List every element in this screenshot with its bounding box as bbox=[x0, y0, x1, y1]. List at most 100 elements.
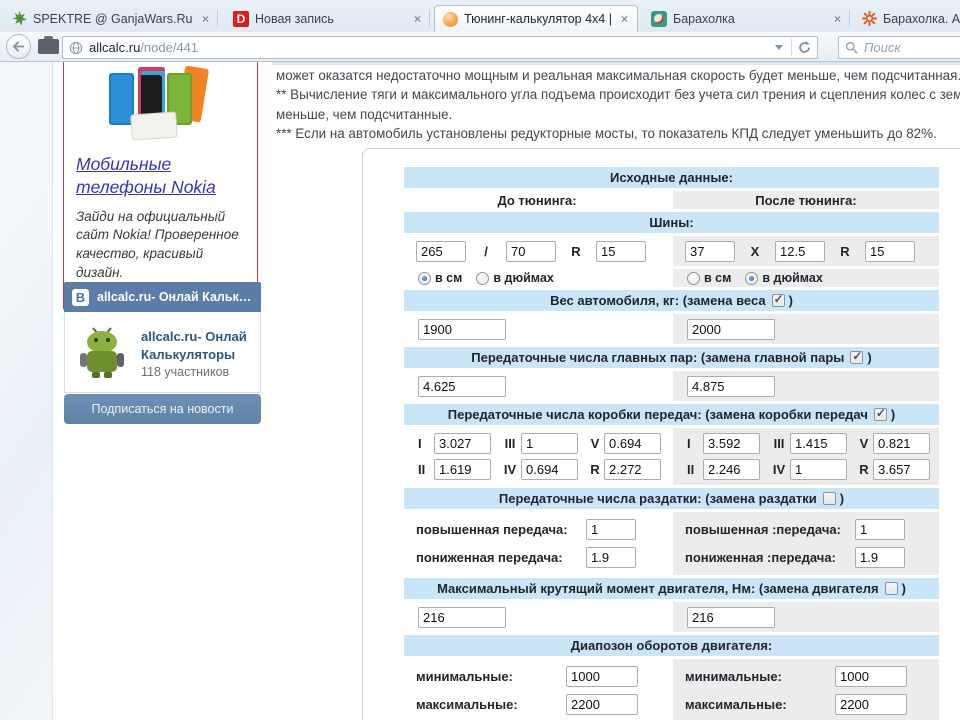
tab-baraholka-auto[interactable]: Барахолка. Ав bbox=[854, 5, 960, 32]
calculator-table: Исходные данные: До тюнинга: После тюнин… bbox=[401, 164, 942, 720]
reload-icon[interactable] bbox=[798, 41, 811, 54]
vk-subscribe-button[interactable]: Подписаться на новости bbox=[64, 394, 261, 424]
final-drive-after-input[interactable] bbox=[687, 375, 775, 397]
rpm-min-after-input[interactable] bbox=[835, 666, 907, 687]
gear-label: I bbox=[687, 436, 691, 451]
tire-diameter-before-input[interactable] bbox=[596, 240, 646, 262]
tab-close-icon[interactable]: × bbox=[200, 12, 211, 26]
gear-5-after-input[interactable] bbox=[873, 433, 930, 454]
gear-3-after-input[interactable] bbox=[790, 433, 847, 454]
transfer-low-after-input[interactable] bbox=[855, 547, 905, 568]
site-button-icon[interactable] bbox=[38, 36, 59, 54]
tab-new-post[interactable]: D Новая запись × bbox=[226, 5, 430, 32]
tire-r-label: R bbox=[571, 243, 581, 259]
transfer-replace-checkbox[interactable] bbox=[822, 492, 836, 505]
gear-label: R bbox=[590, 462, 600, 477]
rpm-min-before-input[interactable] bbox=[566, 666, 638, 687]
gearbox-replace-checkbox[interactable] bbox=[873, 407, 887, 421]
engine-replace-checkbox[interactable] bbox=[884, 582, 898, 595]
torque-before-input[interactable] bbox=[418, 606, 506, 628]
tire-width-before-input[interactable] bbox=[416, 240, 466, 262]
gear-1-before-input[interactable] bbox=[434, 433, 491, 454]
browser-chrome: SPEKTRE @ GanjaWars.Ru :... × D Новая за… bbox=[0, 0, 960, 62]
ad-block: Мобильные телефоны Nokia Зайди на официа… bbox=[63, 62, 258, 311]
gear-2-after-input[interactable] bbox=[703, 459, 760, 480]
torque-after-input[interactable] bbox=[687, 606, 775, 628]
tab-close-icon[interactable]: × bbox=[412, 12, 423, 26]
tab-title: Барахолка bbox=[673, 11, 735, 26]
transfer-high-before-input[interactable] bbox=[586, 519, 636, 540]
gear-2-before-input[interactable] bbox=[434, 459, 491, 480]
vk-group-name[interactable]: allcalc.ru- Онлай Калькуляторы bbox=[141, 328, 247, 363]
final-drive-before-input[interactable] bbox=[418, 375, 506, 397]
gear-5-before-input[interactable] bbox=[604, 433, 661, 454]
vk-logo-icon: B bbox=[72, 288, 89, 306]
weight-after-input[interactable] bbox=[687, 318, 775, 340]
ad-title-link[interactable]: Мобильные телефоны Nokia bbox=[76, 153, 236, 199]
smiley-icon bbox=[651, 10, 667, 27]
rpm-max-after-input[interactable] bbox=[835, 694, 907, 715]
tab-close-icon[interactable]: × bbox=[619, 12, 630, 26]
tab-close-icon[interactable]: × bbox=[832, 12, 843, 26]
final-drive-replace-checkbox[interactable] bbox=[850, 350, 864, 364]
tab-tuning-calculator[interactable]: Тюнинг-калькулятор 4x4 |... × bbox=[434, 5, 638, 32]
tire-profile-after-input[interactable] bbox=[775, 240, 825, 262]
tab-title: Новая запись bbox=[255, 11, 334, 26]
gear-label: IV bbox=[503, 462, 517, 477]
unit-inch-after-radio[interactable] bbox=[745, 271, 759, 285]
gear-4-after-input[interactable] bbox=[790, 459, 847, 480]
nokia-phones-image bbox=[103, 65, 219, 141]
vk-group-avatar[interactable] bbox=[73, 322, 131, 380]
footnote-line: *** Если на автомобиль установлены редук… bbox=[276, 126, 937, 142]
gear-r-before-input[interactable] bbox=[604, 459, 661, 480]
d-site-icon: D bbox=[233, 10, 249, 27]
tab-title: Тюнинг-калькулятор 4x4 |... bbox=[464, 12, 613, 26]
search-box[interactable] bbox=[838, 36, 960, 59]
footnotes: может оказатся недостаточно мощным и реа… bbox=[276, 66, 960, 144]
unit-inch-before-radio[interactable] bbox=[476, 271, 490, 285]
section-engine-torque: Максимальный крутящий момент двигателя, … bbox=[404, 578, 940, 599]
transfer-low-before-input[interactable] bbox=[586, 547, 636, 568]
gear-r-after-input[interactable] bbox=[873, 459, 930, 480]
gear-3-before-input[interactable] bbox=[521, 433, 578, 454]
section-tires: Шины: bbox=[404, 212, 940, 233]
tire-profile-before-input[interactable] bbox=[506, 240, 556, 262]
unit-cm-label: в см bbox=[704, 271, 732, 285]
url-dropdown-icon[interactable] bbox=[775, 45, 783, 50]
tire-separator: X bbox=[750, 243, 760, 259]
navigation-toolbar: allcalc.ru /node/441 bbox=[0, 32, 960, 62]
search-input[interactable] bbox=[864, 40, 944, 55]
calculator-card: Исходные данные: До тюнинга: После тюнин… bbox=[362, 148, 960, 720]
section-gearbox: Передаточные числа коробки передач: (зам… bbox=[404, 404, 940, 425]
gear-label: III bbox=[504, 436, 516, 451]
url-bar[interactable]: allcalc.ru /node/441 bbox=[62, 36, 818, 59]
back-button[interactable] bbox=[6, 34, 31, 59]
tire-width-after-input[interactable] bbox=[685, 240, 735, 262]
unit-cm-before-radio[interactable] bbox=[418, 271, 431, 285]
unit-cm-label: в см bbox=[435, 271, 463, 285]
clipped-table-edge bbox=[272, 62, 960, 65]
footnote-line: может оказатся недостаточно мощным и реа… bbox=[276, 68, 960, 83]
transfer-high-after-input[interactable] bbox=[855, 519, 905, 540]
unit-cm-after-radio[interactable] bbox=[687, 271, 700, 285]
tire-diameter-after-input[interactable] bbox=[865, 240, 915, 262]
vk-widget-header: B allcalc.ru- Онлай Кальк… bbox=[64, 282, 261, 312]
rpm-max-before-input[interactable] bbox=[566, 694, 638, 715]
gear-4-before-input[interactable] bbox=[521, 459, 578, 480]
gear-1-after-input[interactable] bbox=[703, 433, 760, 454]
section-transfer-case: Передаточные числа раздатки: (замена раз… bbox=[404, 488, 940, 509]
weight-replace-checkbox[interactable] bbox=[771, 293, 785, 307]
tab-ganjawars[interactable]: SPEKTRE @ GanjaWars.Ru :... × bbox=[4, 5, 218, 32]
column-header-after: После тюнинга: bbox=[673, 191, 940, 209]
vk-widget: B allcalc.ru- Онлай Кальк… allcalc.ru- О… bbox=[64, 282, 261, 424]
footnote-line: меньше, чем подсчитанные. bbox=[276, 106, 453, 122]
rpm-min-label: минимальные: bbox=[685, 669, 782, 684]
vk-header-title: allcalc.ru- Онлай Кальк… bbox=[97, 290, 252, 304]
gear-label: II bbox=[687, 462, 695, 477]
gear-label: II bbox=[418, 462, 426, 477]
orange-ball-icon bbox=[442, 11, 458, 27]
vk-members-count: 118 участников bbox=[141, 365, 230, 380]
weight-before-input[interactable] bbox=[418, 318, 506, 340]
gear-label: V bbox=[590, 436, 600, 451]
tab-baraholka[interactable]: Барахолка × bbox=[644, 5, 850, 32]
